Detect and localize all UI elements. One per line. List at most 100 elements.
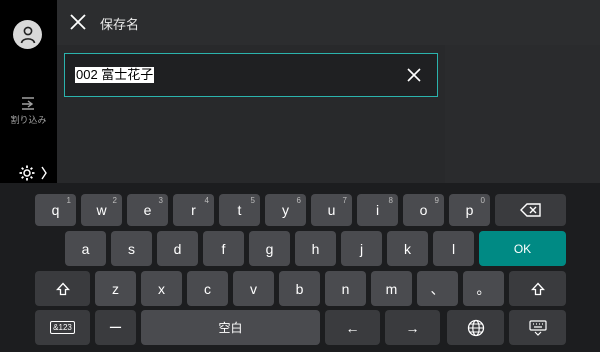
key-label: s [128,240,135,257]
key-z[interactable]: z [95,271,136,306]
key-number: 2 [112,196,117,205]
content-side-panel [445,45,600,183]
key-t[interactable]: t5 [219,194,260,226]
key-label: e [143,202,152,218]
sidebar: 割り込み [0,0,57,183]
settings-button[interactable] [18,164,48,182]
cursor-left-key[interactable]: ← [325,310,380,345]
content-area: 002 富士花子 [57,45,445,183]
space-label: 空白 [218,321,243,335]
key-number: 9 [434,196,439,205]
key-v[interactable]: v [233,271,274,306]
user-icon [20,26,35,43]
key-label: t [237,202,242,218]
key-p[interactable]: p0 [449,194,490,226]
language-key[interactable] [447,310,504,345]
globe-icon [467,319,484,336]
chevron-right-icon [41,166,47,180]
key-number: 7 [342,196,347,205]
interrupt-label: 割り込み [10,115,47,125]
key-a[interactable]: a [65,231,106,266]
close-button[interactable] [67,11,89,33]
dialog-title: 保存名 [100,17,140,32]
key-m[interactable]: m [371,271,412,306]
key-n[interactable]: n [325,271,366,306]
key-label: r [191,202,196,218]
clear-button[interactable] [405,66,423,84]
key-u[interactable]: u7 [311,194,352,226]
keyboard-hide-icon [528,319,547,336]
clear-icon [407,68,421,82]
space-key[interactable]: 空白 [141,310,320,345]
key-label: 、 [430,280,445,297]
key-label: m [385,280,398,297]
key-label: f [221,240,226,257]
key-label: b [295,280,304,297]
key-q[interactable]: q1 [35,194,76,226]
shift-icon [55,282,70,295]
ok-key[interactable]: OK [479,231,566,266]
key-label: q [51,202,60,218]
key-label: u [327,202,336,218]
key-e[interactable]: e3 [127,194,168,226]
key-g[interactable]: g [249,231,290,266]
key-label: w [96,202,107,218]
key-b[interactable]: b [279,271,320,306]
key-x[interactable]: x [141,271,182,306]
key-label: x [158,280,165,297]
key-y[interactable]: y6 [265,194,306,226]
key-c[interactable]: c [187,271,228,306]
key-number: 0 [480,196,485,205]
save-name-field[interactable]: 002 富士花子 [64,53,438,97]
key-r[interactable]: r4 [173,194,214,226]
key-j[interactable]: j [341,231,382,266]
key-number: 5 [250,196,255,205]
save-name-value[interactable]: 002 富士花子 [75,67,155,83]
key-comma[interactable]: 、 [417,271,458,306]
key-label: h [311,240,320,257]
key-label: y [282,202,289,218]
interrupt-button[interactable]: 割り込み [0,95,57,126]
mode-label: &123 [50,321,75,334]
key-f[interactable]: f [203,231,244,266]
key-w[interactable]: w2 [81,194,122,226]
key-l[interactable]: l [433,231,474,266]
key-s[interactable]: s [111,231,152,266]
key-h[interactable]: h [295,231,336,266]
key-label: z [112,280,119,297]
key-number: 3 [158,196,163,205]
long-dash-key[interactable]: ー [95,310,136,345]
shift-left-key[interactable] [35,271,90,306]
key-label: l [451,240,456,257]
key-label: a [81,240,90,257]
key-o[interactable]: o9 [403,194,444,226]
key-i[interactable]: i8 [357,194,398,226]
key-label: j [359,240,364,257]
mode-key[interactable]: &123 [35,310,90,345]
shift-right-key[interactable] [509,271,566,306]
key-label: d [173,240,182,257]
backspace-icon [519,203,541,217]
gear-icon [19,165,35,181]
user-avatar[interactable] [13,20,42,49]
key-label: c [204,280,211,297]
key-number: 4 [204,196,209,205]
key-label: ー [108,319,123,336]
key-label: p [465,202,474,218]
key-number: 8 [388,196,393,205]
key-label: n [341,280,350,297]
key-number: 6 [296,196,301,205]
key-d[interactable]: d [157,231,198,266]
backspace-key[interactable] [495,194,566,226]
cursor-right-key[interactable]: → [385,310,440,345]
ok-label: OK [513,241,532,256]
key-label: i [375,202,380,218]
key-period[interactable]: 。 [463,271,504,306]
hide-keyboard-key[interactable] [509,310,566,345]
key-label: g [265,240,274,257]
key-label: 。 [476,280,491,297]
close-icon [70,14,86,30]
key-k[interactable]: k [387,231,428,266]
key-number: 1 [66,196,71,205]
key-label: o [419,202,428,218]
